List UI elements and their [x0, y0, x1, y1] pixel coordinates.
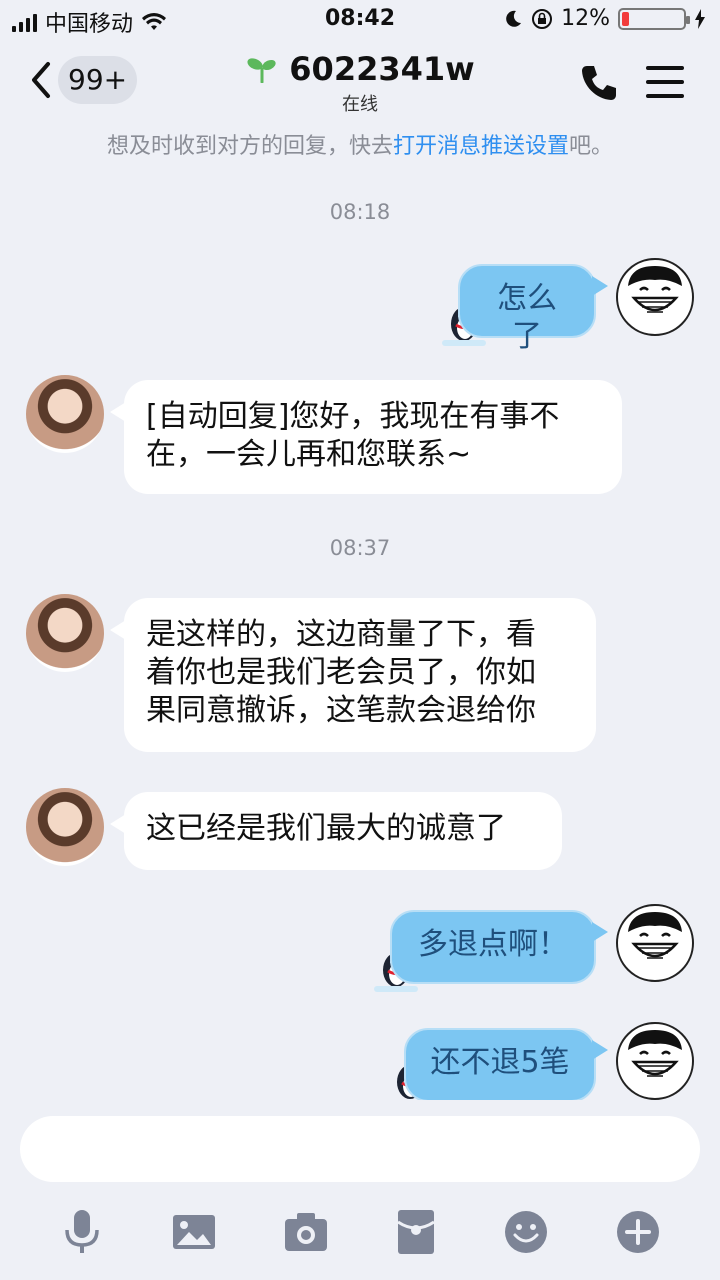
voice-call-button[interactable] [578, 62, 620, 104]
contact-title[interactable]: 6022341w 在线 [160, 50, 560, 116]
camera-button[interactable] [282, 1208, 330, 1256]
emoji-icon [505, 1211, 547, 1253]
rotation-lock-icon [532, 8, 553, 29]
plus-icon [617, 1211, 659, 1253]
my-avatar[interactable] [616, 1022, 694, 1100]
battery-icon [618, 7, 690, 30]
contact-avatar[interactable] [26, 788, 104, 866]
composer [0, 1100, 720, 1280]
emoji-button[interactable] [502, 1208, 550, 1256]
message-line: [自动回复]您好，我现在有事不 [146, 399, 560, 434]
notice-suffix: 吧。 [569, 134, 614, 159]
menu-button[interactable] [646, 66, 684, 98]
message-line: 在，一会儿再和您联系~ [146, 437, 472, 472]
timestamp: 08:37 [329, 536, 391, 560]
grin-face-icon [628, 912, 682, 959]
image-icon [173, 1215, 215, 1249]
phone-icon [582, 66, 616, 100]
outgoing-message[interactable]: 多退点啊！ [390, 910, 608, 984]
more-button[interactable] [614, 1208, 662, 1256]
menu-line [646, 66, 684, 70]
message-line: 果同意撤诉，这笔款会退给你 [146, 693, 536, 728]
moon-icon [506, 10, 522, 27]
outgoing-message[interactable]: 怎么了 [458, 264, 608, 354]
notice-prefix: 想及时收到对方的回复，快去 [106, 134, 393, 159]
message-line: 是这样的，这边商量了下，看 [146, 617, 536, 652]
outgoing-message[interactable]: 还不退5笔 [404, 1028, 608, 1102]
my-avatar[interactable] [616, 258, 694, 336]
grin-face-icon [628, 1030, 682, 1077]
chat-header: 99+ 6022341w 在线 [0, 40, 720, 124]
charging-icon [695, 8, 705, 29]
battery-level [622, 11, 629, 26]
timestamp: 08:18 [329, 200, 391, 224]
camera-icon [285, 1213, 327, 1251]
battery-percent: 12% [561, 6, 610, 31]
microphone-icon [65, 1210, 99, 1253]
red-packet-icon [397, 1210, 435, 1254]
contact-avatar[interactable] [26, 375, 104, 453]
message-line: 这已经是我们最大的诚意了 [146, 811, 506, 846]
online-status: 在线 [342, 94, 378, 115]
message-line: 着你也是我们老会员了，你如 [146, 655, 536, 690]
sprout-icon [247, 58, 276, 83]
status-bar: 中国移动 08:42 12% [0, 0, 720, 40]
menu-line [646, 94, 684, 98]
grin-face-icon [628, 266, 682, 313]
system-indicators: 12% [503, 6, 706, 31]
contact-name: 6022341w [289, 50, 475, 88]
title-row: 6022341w [245, 50, 475, 88]
photo-button[interactable] [170, 1208, 218, 1256]
my-avatar[interactable] [616, 904, 694, 982]
push-notice: 想及时收到对方的回复，快去打开消息推送设置吧。 [0, 128, 720, 160]
push-settings-link[interactable]: 打开消息推送设置 [393, 134, 569, 159]
contact-avatar[interactable] [26, 594, 104, 672]
incoming-message[interactable]: [自动回复]您好，我现在有事不 在，一会儿再和您联系~ [110, 380, 622, 494]
message-input[interactable] [20, 1116, 700, 1182]
incoming-message[interactable]: 这已经是我们最大的诚意了 [110, 792, 562, 870]
red-packet-button[interactable] [392, 1208, 440, 1256]
voice-button[interactable] [58, 1208, 106, 1256]
unread-count-badge[interactable]: 99+ [58, 56, 138, 104]
incoming-message[interactable]: 是这样的，这边商量了下，看 着你也是我们老会员了，你如 果同意撤诉，这笔款会退给… [110, 598, 596, 752]
menu-line [646, 80, 684, 84]
chevron-left-icon [32, 62, 50, 98]
